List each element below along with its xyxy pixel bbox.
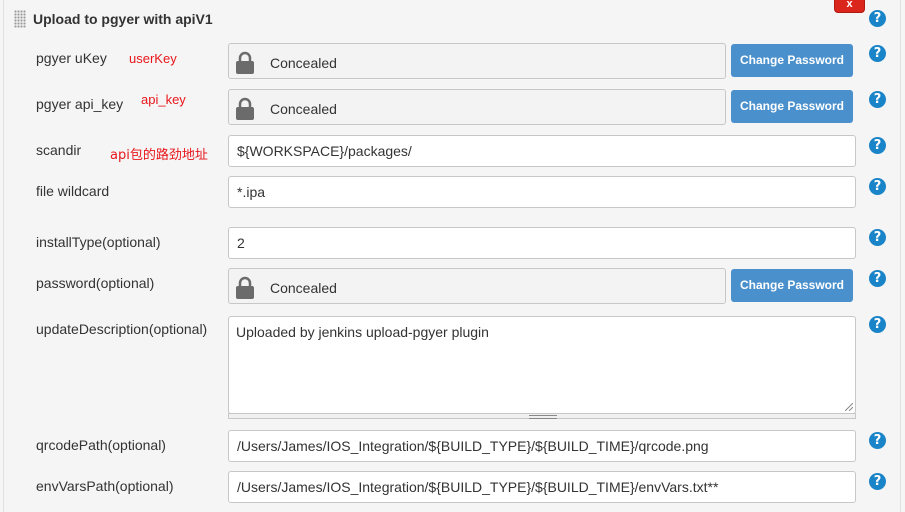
update-description-help-icon[interactable]: ? [869,316,886,333]
ukey-help-icon[interactable]: ? [869,45,886,62]
textarea-resize-bar[interactable] [228,413,856,419]
api-key-help-icon[interactable]: ? [869,91,886,108]
drag-handle-icon[interactable] [14,10,26,28]
lock-icon [236,51,254,74]
scandir-input[interactable]: ${WORKSPACE}/packages/ [228,135,856,167]
section-title: Upload to pgyer with apiV1 [33,11,213,27]
resize-bar-grip-icon[interactable] [529,415,557,419]
api-key-annotation: api_key [141,92,186,107]
update-description-label: updateDescription(optional) [36,321,208,337]
install-type-input[interactable]: 2 [228,227,856,259]
delete-section-button[interactable]: x [834,0,865,13]
wildcard-label: file wildcard [36,183,110,199]
wildcard-input[interactable]: *.ipa [228,176,856,208]
lock-icon [236,276,254,299]
password-concealed-value: Concealed [270,280,337,296]
api-key-concealed-value: Concealed [270,101,337,117]
qrcode-path-input[interactable]: /Users/James/IOS_Integration/${BUILD_TYP… [228,430,856,462]
env-vars-path-label: envVarsPath(optional) [36,478,174,494]
api-key-concealed-field: Concealed [228,89,726,125]
password-help-icon[interactable]: ? [869,270,886,287]
env-vars-path-input[interactable]: /Users/James/IOS_Integration/${BUILD_TYP… [228,471,856,503]
ukey-annotation: userKey [129,51,177,66]
scandir-label: scandir [36,142,82,158]
resize-grip-icon[interactable] [845,403,853,411]
api-key-label: pgyer api_key [36,96,124,112]
ukey-label: pgyer uKey [36,50,107,66]
install-type-help-icon[interactable]: ? [869,229,886,246]
password-concealed-field: Concealed [228,268,726,304]
help-icon[interactable]: ? [869,10,886,27]
ukey-concealed-field: Concealed [228,43,726,79]
install-type-label: installType(optional) [36,234,161,250]
pgyer-upload-section: Upload to pgyer with apiV1 x ? pgyer uKe… [0,0,905,512]
password-change-password-button[interactable]: Change Password [731,269,853,302]
api-key-change-password-button[interactable]: Change Password [731,90,853,123]
qrcode-path-help-icon[interactable]: ? [869,432,886,449]
qrcode-path-label: qrcodePath(optional) [36,437,166,453]
ukey-change-password-button[interactable]: Change Password [731,44,853,77]
ukey-concealed-value: Concealed [270,55,337,71]
scandir-help-icon[interactable]: ? [869,137,886,154]
scandir-annotation: api包的路劲地址 [110,148,208,163]
wildcard-help-icon[interactable]: ? [869,178,886,195]
env-vars-path-help-icon[interactable]: ? [869,473,886,490]
update-description-textarea[interactable]: Uploaded by jenkins upload-pgyer plugin [228,316,856,414]
password-label: password(optional) [36,275,155,291]
lock-icon [236,97,254,120]
